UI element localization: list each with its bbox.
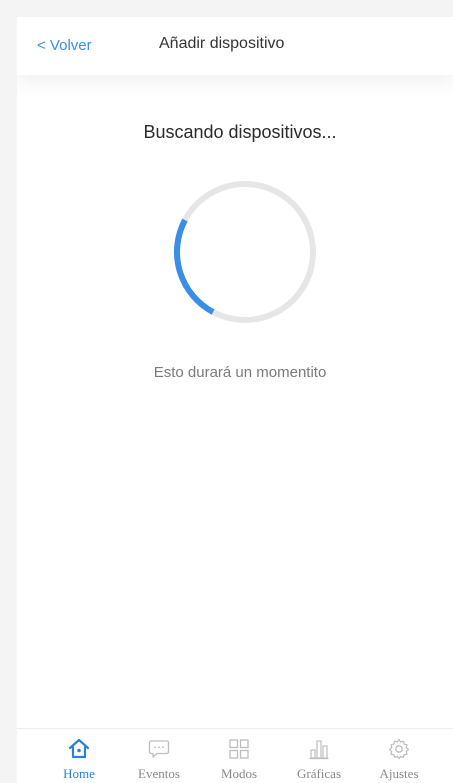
searching-title: Buscando dispositivos... [143,122,337,142]
grid-icon [229,739,249,759]
tab-eventos[interactable]: Eventos [119,729,199,783]
tab-eventos-label: Eventos [138,766,180,781]
bar-chart-icon [309,740,329,760]
tab-modos[interactable]: Modos [199,729,279,783]
header-bar: < Volver Añadir dispositivo [17,17,453,75]
app-screen: < Volver Añadir dispositivo Buscando dis… [17,17,453,783]
tab-graficas[interactable]: Gráficas [279,729,359,783]
home-icon [68,738,90,759]
tab-ajustes-label: Ajustes [379,766,419,781]
spinner-arc [173,181,316,323]
chat-bubble-icon [148,740,170,758]
tab-ajustes[interactable]: Ajustes [359,729,439,783]
back-button[interactable]: < Volver [37,37,92,54]
tab-modos-label: Modos [220,766,258,781]
tab-home-label: Home [63,766,95,781]
bottom-tab-bar: Home Eventos Modos Gráficas Ajustes [17,728,453,783]
loading-spinner [173,181,316,323]
wait-message: Esto durará un momentito [153,364,327,381]
tab-graficas-label: Gráficas [296,766,342,781]
gear-icon [388,738,410,760]
page-title: Añadir dispositivo [159,35,285,52]
tab-home[interactable]: Home [39,729,119,783]
